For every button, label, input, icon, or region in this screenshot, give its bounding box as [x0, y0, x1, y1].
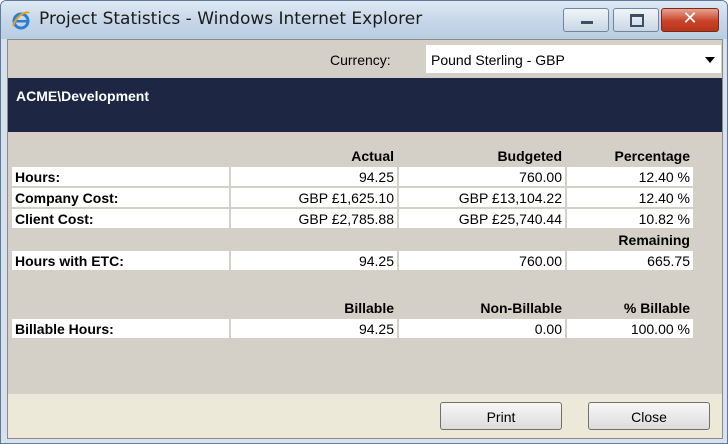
- header-row: Actual Budgeted Percentage: [12, 146, 693, 165]
- cell-percentage: 12.40 %: [567, 167, 693, 186]
- header-remaining: Remaining: [618, 231, 690, 248]
- page-content: Currency: Pound Sterling - GBP ACME\Deve…: [7, 39, 723, 439]
- ie-icon: [12, 11, 30, 30]
- row-label: Hours:: [12, 167, 229, 186]
- cell-non-billable: 0.00: [399, 319, 565, 338]
- minimize-icon: [581, 21, 593, 24]
- header-budgeted: Budgeted: [497, 147, 562, 164]
- cell-billable: 94.25: [231, 319, 397, 338]
- print-button[interactable]: Print: [440, 402, 562, 430]
- maximize-button[interactable]: [613, 8, 659, 32]
- spacer: [231, 272, 397, 296]
- row-label: Company Cost:: [12, 188, 229, 207]
- table-row: Billable Hours: 94.25 0.00 100.00 %: [12, 319, 693, 338]
- table-row: Hours with ETC: 94.25 760.00 665.75: [12, 251, 693, 270]
- header-non-billable: Non-Billable: [480, 299, 562, 316]
- minimize-button[interactable]: [563, 8, 609, 32]
- header-empty: [12, 230, 229, 249]
- close-button[interactable]: Close: [588, 402, 710, 430]
- table-row: Company Cost: GBP £1,625.10 GBP £13,104.…: [12, 188, 693, 207]
- maximize-icon: [630, 14, 644, 27]
- header-actual: Actual: [351, 147, 394, 164]
- currency-row: Currency: Pound Sterling - GBP: [8, 40, 722, 78]
- project-header: ACME\Development: [8, 78, 722, 132]
- cell-budgeted: GBP £13,104.22: [399, 188, 565, 207]
- header-empty: [231, 230, 397, 249]
- billable-header-row: Billable Non-Billable % Billable: [12, 298, 693, 317]
- remaining-header-row: Remaining: [12, 230, 693, 249]
- chevron-down-icon: [705, 57, 715, 63]
- header-pct-billable: % Billable: [623, 299, 690, 316]
- browser-window: Project Statistics - Windows Internet Ex…: [0, 0, 728, 444]
- row-label: Hours with ETC:: [12, 251, 229, 270]
- currency-label: Currency:: [330, 52, 391, 68]
- cell-actual: GBP £1,625.10: [231, 188, 397, 207]
- currency-selected-value: Pound Sterling - GBP: [431, 52, 565, 68]
- header-empty: [12, 146, 229, 165]
- spacer: [567, 272, 693, 296]
- stats-table-area: Actual Budgeted Percentage Hours: 94.25 …: [8, 132, 722, 394]
- header-empty: [399, 230, 565, 249]
- spacer-row: [12, 272, 693, 296]
- currency-select[interactable]: Pound Sterling - GBP: [426, 45, 721, 73]
- cell-actual: 94.25: [231, 167, 397, 186]
- cell-percentage: 12.40 %: [567, 188, 693, 207]
- window-title: Project Statistics - Windows Internet Ex…: [39, 9, 423, 29]
- header-billable: Billable: [344, 299, 394, 316]
- cell-actual: GBP £2,785.88: [231, 209, 397, 228]
- cell-remaining: 665.75: [567, 251, 693, 270]
- spacer: [12, 272, 229, 296]
- spacer: [399, 272, 565, 296]
- cell-budgeted: 760.00: [399, 167, 565, 186]
- stats-table: Actual Budgeted Percentage Hours: 94.25 …: [10, 144, 695, 340]
- row-label: Billable Hours:: [12, 319, 229, 338]
- table-row: Hours: 94.25 760.00 12.40 %: [12, 167, 693, 186]
- title-bar[interactable]: Project Statistics - Windows Internet Ex…: [1, 1, 727, 39]
- header-percentage: Percentage: [614, 147, 690, 164]
- cell-percentage: 10.82 %: [567, 209, 693, 228]
- cell-pct-billable: 100.00 %: [567, 319, 693, 338]
- header-empty: [12, 298, 229, 317]
- row-label: Client Cost:: [12, 209, 229, 228]
- close-icon: ✕: [682, 8, 698, 29]
- button-bar: Print Close: [8, 394, 722, 438]
- cell-budgeted: 760.00: [399, 251, 565, 270]
- table-row: Client Cost: GBP £2,785.88 GBP £25,740.4…: [12, 209, 693, 228]
- cell-budgeted: GBP £25,740.44: [399, 209, 565, 228]
- cell-actual: 94.25: [231, 251, 397, 270]
- close-window-button[interactable]: ✕: [661, 8, 719, 32]
- project-path: ACME\Development: [16, 88, 150, 104]
